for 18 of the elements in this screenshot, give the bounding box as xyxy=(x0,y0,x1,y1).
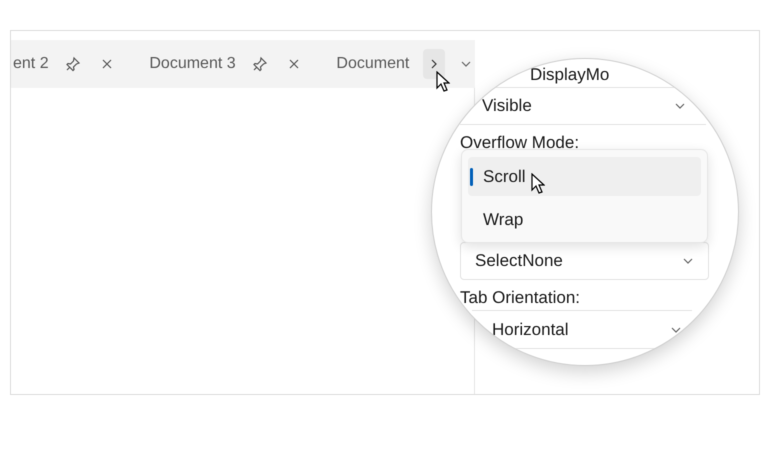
field-label: DisplayMo xyxy=(530,65,610,85)
tab[interactable]: ent 2 xyxy=(13,55,49,73)
field-label: Overflow Mode: xyxy=(460,133,580,153)
field-label: Tab Orientation: xyxy=(460,288,580,308)
tab[interactable]: Document xyxy=(336,55,410,73)
selection-indicator xyxy=(470,168,473,186)
cursor-icon xyxy=(531,173,545,194)
close-icon[interactable] xyxy=(288,58,300,70)
scroll-right-button[interactable] xyxy=(423,49,445,79)
tab[interactable]: Document 3 xyxy=(149,55,236,73)
menu-option[interactable]: Wrap xyxy=(468,200,701,239)
menu-option[interactable]: Scroll xyxy=(468,157,701,196)
pin-icon xyxy=(252,56,268,72)
close-icon[interactable] xyxy=(100,58,113,70)
combo-value[interactable]: Visible xyxy=(482,96,532,116)
selection-combo[interactable]: SelectNone xyxy=(460,242,709,280)
combo-value[interactable]: Horizontal xyxy=(492,320,569,340)
pin-icon xyxy=(65,56,82,72)
